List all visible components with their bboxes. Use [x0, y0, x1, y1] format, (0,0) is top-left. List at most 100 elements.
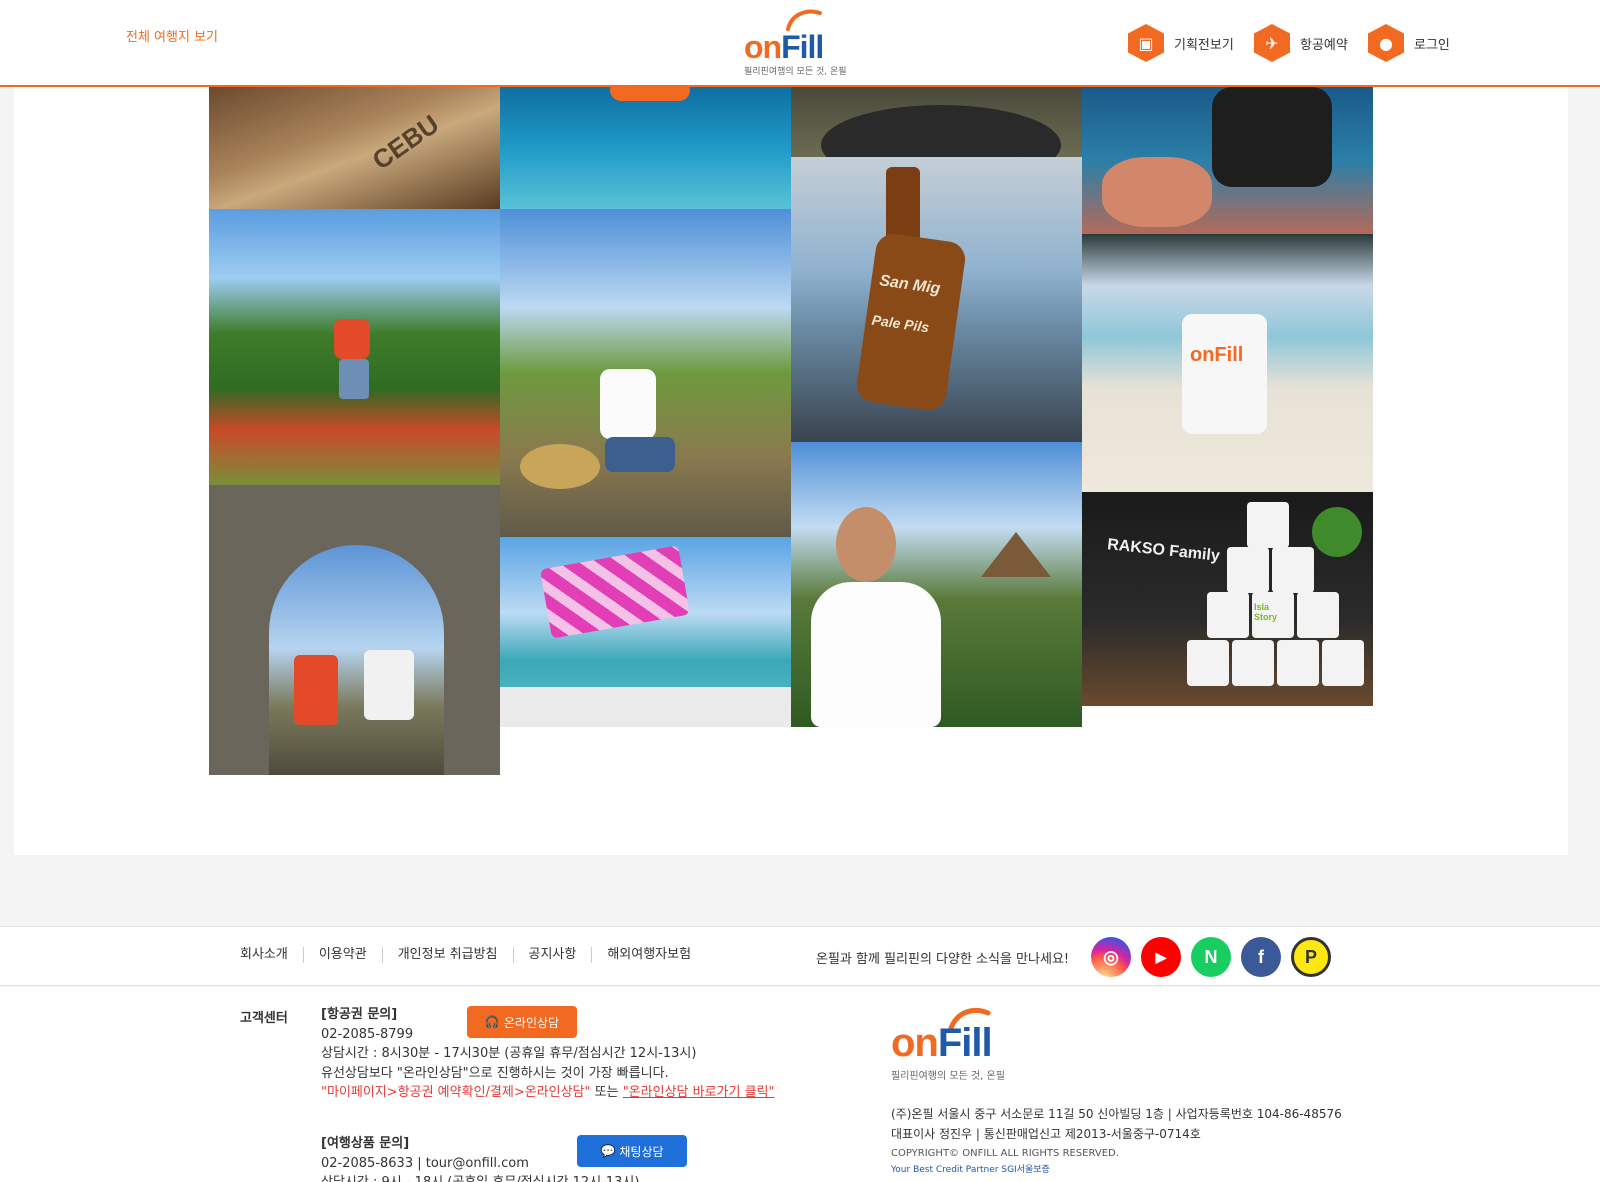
photo-caption: Pale Pils: [870, 311, 931, 336]
mug: [1227, 547, 1269, 593]
sgi-insurance-badge: Your Best Credit Partner SGI서울보증: [891, 1165, 1050, 1175]
gallery-photo-stone-arch[interactable]: [209, 485, 500, 775]
gallery-photo-cebu-sign[interactable]: CEBU: [209, 87, 500, 209]
logo-tagline: 필리핀여행의 모든 것, 온필: [891, 1071, 1005, 1082]
footer-link-terms[interactable]: 이용약관: [302, 947, 382, 963]
mug: [1322, 640, 1364, 686]
menu-label: 항공예약: [1300, 37, 1348, 53]
tour-inquiry-hours: 상담시간 : 9시 - 18시 (공휴일 휴무/점심시간 12시-13시): [321, 1173, 639, 1182]
headset-icon: 🎧: [484, 1015, 500, 1029]
mug: [1232, 640, 1274, 686]
logo-swoosh-icon: [786, 9, 822, 31]
diver-figure: [1212, 87, 1332, 187]
online-consult-link[interactable]: "온라인상담 바로가기 클릭": [623, 1085, 775, 1100]
gallery-photo-hill-woman[interactable]: [500, 209, 791, 537]
straw-hat: [520, 444, 600, 489]
mug: Isla Story: [1252, 592, 1294, 638]
air-inquiry-hours: 상담시간 : 8시30분 - 17시30분 (공휴일 휴무/점심시간 12시-1…: [321, 1046, 697, 1061]
menu-login[interactable]: ● 로그인: [1368, 24, 1450, 62]
logo-tagline: 필리핀여행의 모든 것, 온필: [744, 67, 847, 77]
float-ring: [610, 87, 690, 101]
youtube-icon[interactable]: ▶: [1141, 937, 1181, 977]
photo-caption: Isla Story: [1254, 602, 1278, 622]
facebook-icon[interactable]: f: [1241, 937, 1281, 977]
air-inquiry-or: 또는: [594, 1085, 619, 1100]
person-figure: onFill: [1182, 314, 1267, 434]
photo-gallery: CEBU San Mig Pale Pils onFill RAKSO Fami…: [14, 87, 1568, 855]
photo-caption: RAKSO Family: [1106, 536, 1221, 565]
person-figure: [334, 319, 370, 359]
logo-wordmark: onFill: [891, 1021, 993, 1065]
company-info: (주)온필 서울시 중구 서소문로 11길 50 신아빌딩 1층 | 사업자등록…: [891, 1104, 1342, 1164]
mug: [1207, 592, 1249, 638]
footer-link-privacy[interactable]: 개인정보 취급방침: [381, 947, 513, 963]
user-icon: ●: [1368, 24, 1404, 62]
chat-consult-label: 채팅상담: [619, 1144, 664, 1159]
boat-deck: [500, 687, 791, 727]
gallery-photo-chocolate-hills[interactable]: [791, 442, 1082, 727]
gallery-photo-diver[interactable]: [1082, 87, 1373, 234]
gallery-photo-beer-bottle[interactable]: San Mig Pale Pils: [791, 157, 1082, 442]
airplane-icon: ✈: [1254, 24, 1290, 62]
gallery-photo-mug-tower[interactable]: RAKSO Family Isla Story: [1082, 492, 1373, 706]
chat-bubble-icon: 💬: [600, 1144, 616, 1158]
rock-shape: [821, 105, 1061, 157]
sns-promo-text: 온필과 함께 필리핀의 다양한 소식을 만나세요!: [816, 952, 1070, 967]
all-destinations-link[interactable]: 전체 여행지 보기: [126, 26, 218, 45]
tree-shape: [1312, 507, 1362, 557]
menu-label: 로그인: [1414, 37, 1450, 53]
mug: [1187, 640, 1229, 686]
gallery-photo-beach-shirt[interactable]: onFill: [1082, 234, 1373, 492]
menu-flight-booking[interactable]: ✈ 항공예약: [1254, 24, 1348, 62]
footer-link-insurance[interactable]: 해외여행자보험: [591, 947, 706, 963]
hill-shape: [981, 532, 1051, 577]
online-consult-label: 온라인상담: [503, 1015, 560, 1030]
air-inquiry-path: "마이페이지>항공권 예약확인/결제>온라인상담": [321, 1085, 591, 1100]
bottle-body: San Mig Pale Pils: [854, 231, 968, 413]
sns-icons: ◎ ▶ N f P: [1091, 937, 1331, 977]
logo-wordmark: onFill: [744, 29, 824, 65]
site-logo[interactable]: onFill 필리핀여행의 모든 것, 온필: [744, 9, 847, 77]
online-consult-button[interactable]: 🎧 온라인상담: [467, 1006, 577, 1038]
gallery-photo-underwater[interactable]: [500, 87, 791, 209]
gallery-photo-flower-field[interactable]: [209, 209, 500, 485]
gallery-photo-rock[interactable]: [791, 87, 1082, 157]
person-figure: [600, 369, 656, 439]
naver-icon[interactable]: N: [1191, 937, 1231, 977]
person-figure: [364, 650, 414, 720]
menu-label: 기획전보기: [1174, 37, 1234, 53]
person-figure: [605, 437, 675, 472]
person-figure: [811, 582, 941, 727]
photo-caption: CEBU: [366, 108, 445, 176]
footer-links-bar: 회사소개 이용약관 개인정보 취급방침 공지사항 해외여행자보험 온필과 함께 …: [0, 926, 1600, 986]
person-face: [836, 507, 896, 582]
coral-shape: [1102, 157, 1212, 227]
menu-special-exhibitions[interactable]: ▣ 기획전보기: [1128, 24, 1234, 62]
footer-main: 고객센터 [항공권 문의] 02-2085-8799 상담시간 : 8시30분 …: [0, 987, 1600, 1182]
mug: [1272, 547, 1314, 593]
mug: [1277, 640, 1319, 686]
person-figure: [294, 655, 338, 725]
kakao-page-icon[interactable]: P: [1291, 937, 1331, 977]
mug: [1247, 502, 1289, 548]
company-registration: 대표이사 정진우 | 통신판매업신고 제2013-서울중구-0714호: [891, 1127, 1201, 1141]
mug: [1297, 592, 1339, 638]
instagram-icon[interactable]: ◎: [1091, 937, 1131, 977]
footer-link-notice[interactable]: 공지사항: [512, 947, 592, 963]
air-inquiry-path-line: "마이페이지>항공권 예약확인/결제>온라인상담" 또는 "온라인상담 바로가기…: [321, 1083, 775, 1103]
footer-link-company[interactable]: 회사소개: [240, 947, 303, 963]
photo-caption: onFill: [1190, 344, 1244, 366]
footer-logo: onFill 필리핀여행의 모든 것, 온필: [891, 1007, 1031, 1087]
customer-center-title: 고객센터: [240, 1011, 288, 1026]
company-address: (주)온필 서울시 중구 서소문로 11길 50 신아빌딩 1층 | 사업자등록…: [891, 1107, 1342, 1121]
pink-scarf: [539, 545, 691, 639]
chat-consult-button[interactable]: 💬 채팅상담: [577, 1135, 687, 1167]
person-figure: [339, 359, 369, 399]
calendar-icon: ▣: [1128, 24, 1164, 62]
copyright: COPYRIGHT© ONFILL ALL RIGHTS RESERVED.: [891, 1148, 1119, 1159]
site-header: 전체 여행지 보기 onFill 필리핀여행의 모든 것, 온필 ▣ 기획전보기…: [0, 0, 1600, 87]
gallery-photo-pink-scarf[interactable]: [500, 537, 791, 727]
photo-caption: San Mig: [878, 272, 942, 298]
air-inquiry-note: 유선상담보다 "온라인상담"으로 진행하시는 것이 가장 빠릅니다.: [321, 1065, 669, 1081]
footer-nav: 회사소개 이용약관 개인정보 취급방침 공지사항 해외여행자보험: [240, 947, 706, 963]
